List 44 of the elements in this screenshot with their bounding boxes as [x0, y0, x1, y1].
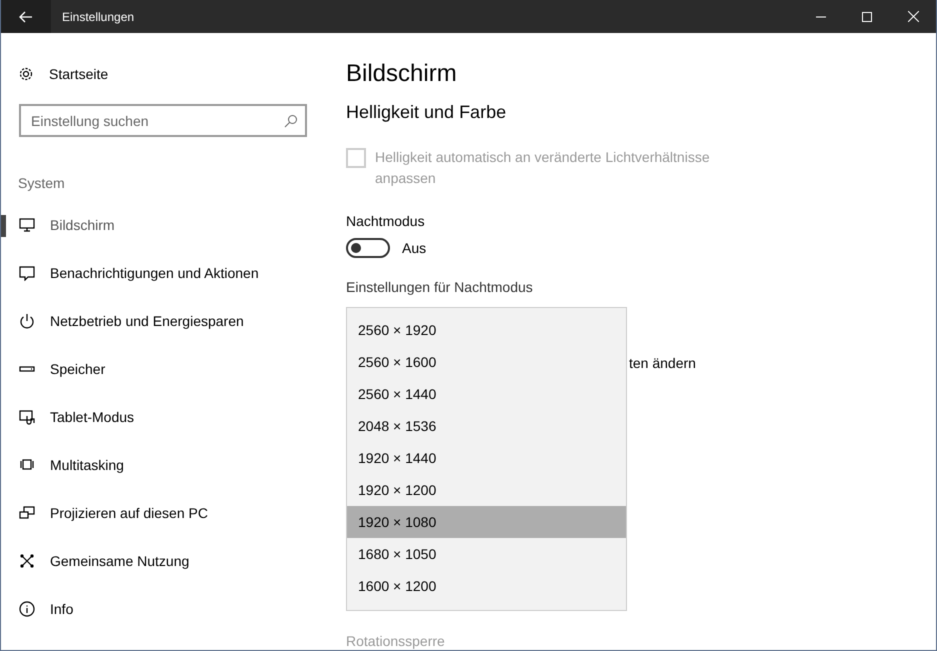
home-link[interactable]: Startseite [49, 66, 108, 82]
nav-item[interactable]: Multitasking [1, 441, 331, 489]
search-field[interactable]: Einstellung suchen [19, 104, 307, 137]
menu-option[interactable]: 1920 × 1080 [347, 506, 626, 538]
menu-option[interactable]: 1920 × 1440 [347, 442, 626, 474]
nav-item[interactable]: Info [1, 585, 331, 633]
nav-item[interactable]: Tablet-Modus [1, 393, 331, 441]
setting-text: ten ändern [629, 355, 696, 371]
menu-option[interactable]: 2048 × 1536 [347, 410, 626, 442]
toggle-state: Aus [402, 240, 426, 256]
section-title: Helligkeit und Farbe [346, 102, 508, 123]
page-title: Bildschirm [346, 60, 458, 88]
tablet-touch-icon [19, 409, 35, 425]
menu-option[interactable]: 2560 × 1920 [347, 314, 626, 346]
projection-icon [19, 505, 35, 521]
maximize-icon [862, 12, 872, 22]
back-arrow-icon [19, 10, 33, 22]
share-icon [19, 553, 35, 569]
menu-option[interactable]: 2560 × 1600 [347, 346, 626, 378]
nav-item[interactable]: Speicher [1, 345, 331, 393]
nav-item[interactable]: Projizieren auf diesen PC [1, 489, 331, 537]
nav-item[interactable]: Gemeinsame Nutzung [1, 537, 331, 585]
back-button[interactable] [1, 0, 51, 33]
close-icon [908, 11, 918, 22]
menu-option[interactable]: 2560 × 1440 [347, 378, 626, 410]
nav-item[interactable]: Benachrichtigungen und Aktionen [1, 249, 331, 297]
menu-option[interactable]: 1600 × 1200 [347, 570, 626, 602]
monitor-icon [19, 217, 35, 233]
section-heading: System [18, 175, 66, 193]
info-icon [19, 601, 35, 617]
menu-option[interactable]: 1680 × 1050 [347, 538, 626, 570]
nav-item[interactable]: Netzbetrieb und Energiesparen [1, 297, 331, 345]
power-icon [19, 313, 35, 329]
setting-label: Rotationssperre [346, 633, 446, 649]
settings-link[interactable]: Einstellungen für Nachtmodus [346, 279, 936, 295]
toggle-switch[interactable] [346, 238, 390, 258]
menu-option[interactable]: 1920 × 1200 [347, 474, 626, 506]
nav-item[interactable]: Bildschirm [1, 201, 331, 249]
message-icon [19, 265, 35, 281]
settings-icon [18, 66, 34, 82]
window-title: Einstellungen [62, 10, 136, 24]
search-icon [284, 114, 298, 128]
checkbox-label: Helligkeit automatisch an veränderte Lichtverhältnisse anpassen [375, 148, 711, 188]
setting-label: Nachtmodus [346, 213, 426, 229]
